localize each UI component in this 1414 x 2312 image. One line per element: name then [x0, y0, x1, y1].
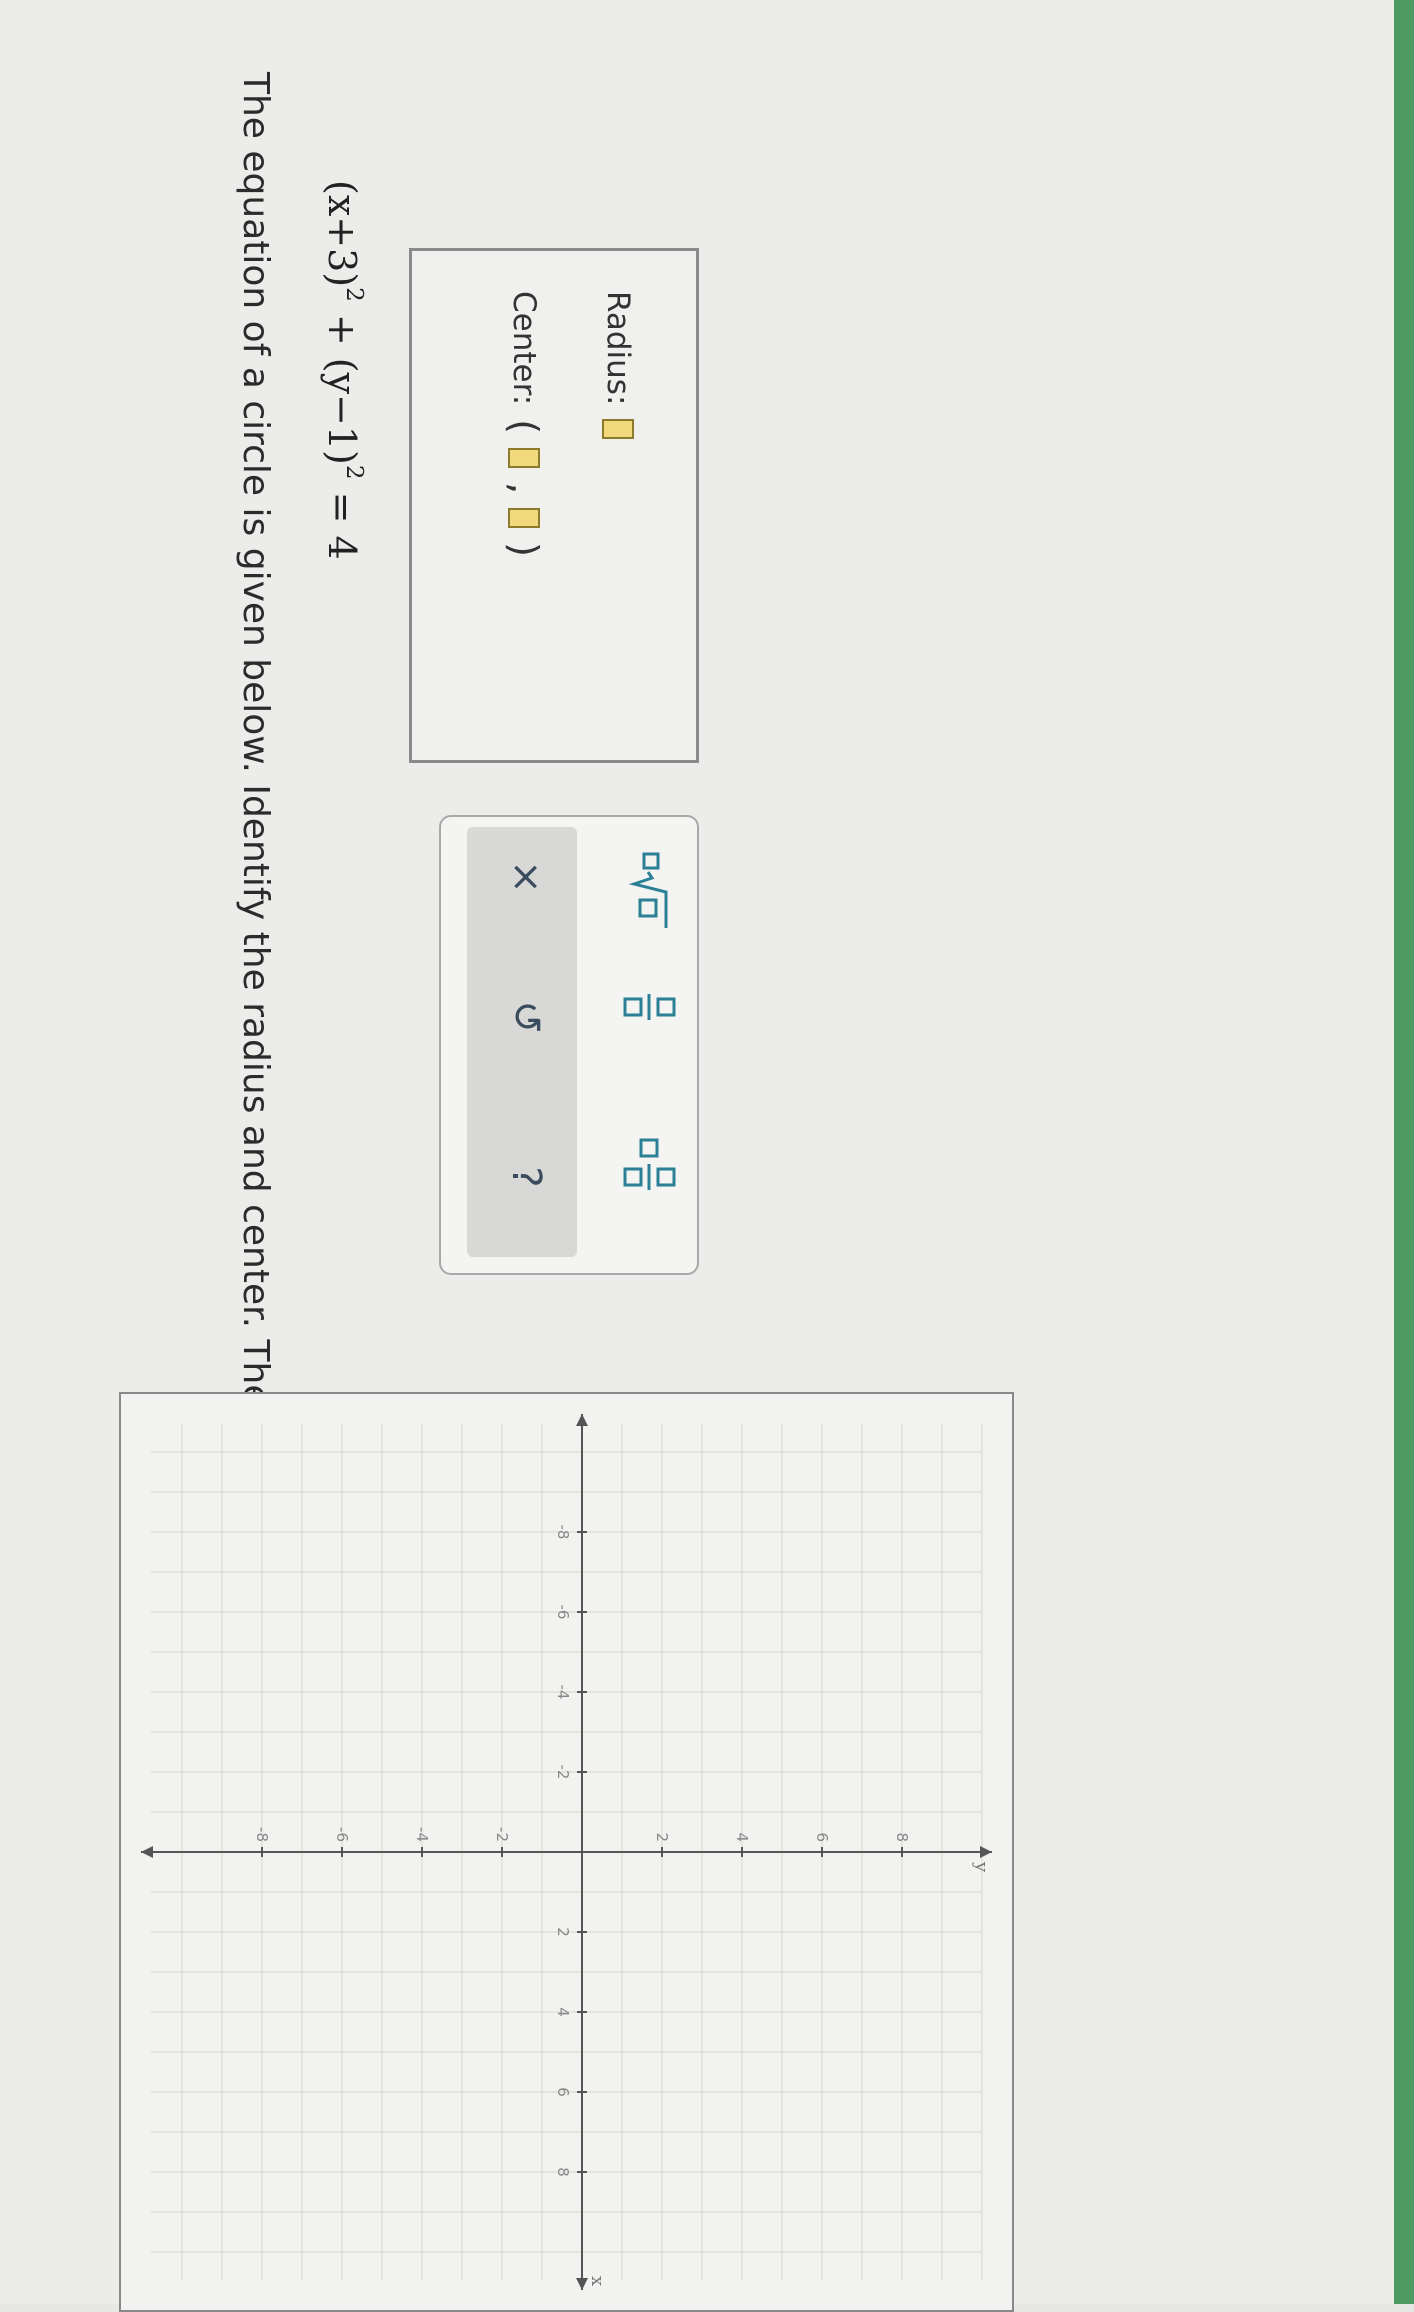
center-open-paren: (	[502, 419, 546, 435]
x-tick-label: -8	[554, 1525, 572, 1540]
graph-panel[interactable]: x y -8 -6 -4 -2 2 4 6 8 -8 -6 -4 -2 2 4 6 8	[119, 1392, 1014, 2312]
mixed-number-icon	[623, 1138, 676, 1190]
action-bar: × ↺ ?	[467, 827, 577, 1257]
coordinate-plane[interactable]: x y -8 -6 -4 -2 2 4 6 8 -8 -6 -4 -2 2 4 6 8	[121, 1394, 1012, 2310]
x-tick-label: -6	[554, 1605, 572, 1620]
equation-y-term: (y−1)	[320, 357, 364, 465]
page-stage: The equation of a circle is given below.…	[0, 0, 1414, 2312]
x-tick-label: 2	[554, 1927, 572, 1937]
equation-x-term: (x+3)	[320, 180, 364, 288]
x-tick-label: 4	[554, 2007, 572, 2017]
answer-box: Radius: Center: ( , )	[409, 248, 699, 763]
math-toolbar: × ↺ ?	[439, 815, 699, 1275]
y-tick-label: 4	[733, 1832, 751, 1842]
mixed-number-tool-button[interactable]	[614, 1137, 677, 1193]
center-close-paren: )	[502, 542, 546, 557]
sqrt-tool-button[interactable]	[621, 852, 672, 932]
circle-equation: (x+3)2 + (y−1)2 = 4	[320, 180, 367, 560]
x-tick-label: 8	[554, 2167, 572, 2177]
x-axis-arrow-left	[576, 1414, 588, 1426]
equation-rhs: = 4	[320, 479, 364, 560]
equation-y-exponent: 2	[340, 464, 367, 480]
y-axis-label: y	[971, 1861, 992, 1873]
center-row: Center: ( , )	[502, 291, 546, 557]
center-comma: ,	[502, 482, 546, 495]
y-tick-label: -6	[333, 1827, 351, 1842]
y-tick-label: 8	[893, 1832, 911, 1842]
x-tick-label: 6	[554, 2087, 572, 2097]
x-tick-label: -2	[554, 1765, 572, 1780]
sqrt-icon	[628, 852, 668, 928]
y-tick-label: 6	[813, 1832, 831, 1842]
fraction-icon	[623, 994, 676, 1020]
radius-input[interactable]	[602, 419, 634, 440]
y-tick-label: -2	[493, 1827, 511, 1842]
center-x-input[interactable]	[508, 448, 540, 469]
equation-plus: +	[320, 301, 364, 358]
x-axis-label: x	[587, 2276, 608, 2286]
undo-button[interactable]: ↺	[503, 987, 549, 1047]
x-tick-label: -4	[554, 1685, 572, 1700]
center-label: Center:	[506, 291, 542, 406]
y-axis-arrow-top	[980, 1846, 992, 1858]
y-tick-label: -4	[413, 1827, 431, 1842]
clear-button[interactable]: ×	[503, 847, 549, 907]
fraction-tool-button[interactable]	[614, 992, 677, 1022]
y-tick-label: -8	[253, 1827, 271, 1842]
center-y-input[interactable]	[508, 508, 540, 529]
equation-x-exponent: 2	[340, 287, 367, 302]
y-axis-arrow-bottom	[141, 1846, 153, 1858]
radius-row: Radius:	[600, 291, 636, 440]
radius-label: Radius:	[600, 291, 636, 406]
y-tick-label: 2	[653, 1832, 671, 1842]
header-accent-bar	[1394, 0, 1414, 2304]
help-button[interactable]: ?	[503, 1147, 549, 1207]
